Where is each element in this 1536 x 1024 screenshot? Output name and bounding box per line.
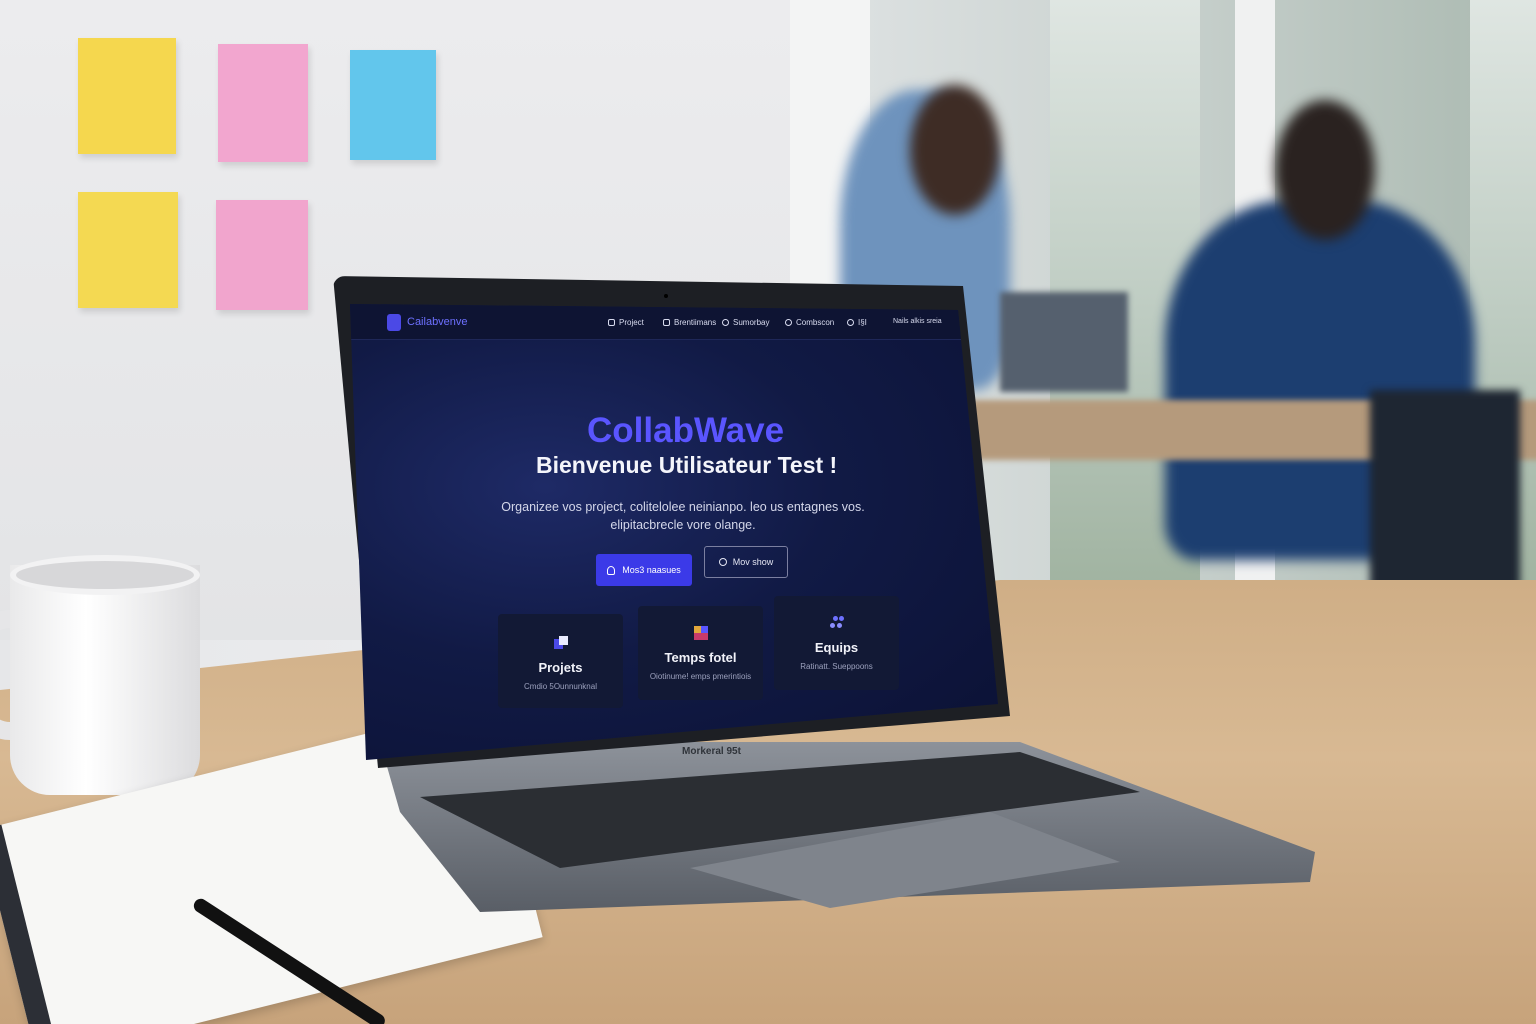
- nav-item-project[interactable]: Project: [608, 318, 644, 327]
- secondary-button-label: Mov show: [732, 557, 774, 567]
- sticky-note: [218, 44, 308, 162]
- gear-icon: [785, 319, 792, 326]
- feature-card-equips[interactable]: Equips Ratinatt. Sueppoons: [774, 596, 899, 690]
- time-icon: [693, 626, 708, 640]
- nav-item-label: Combscon: [796, 318, 835, 327]
- card-title: Projets: [538, 660, 583, 675]
- mug-rim: [10, 555, 200, 595]
- primary-button-label: Mos3 naasues: [622, 565, 681, 575]
- nav-item-search[interactable]: I§I: [847, 318, 867, 327]
- user-icon: [607, 565, 616, 575]
- sticky-note: [350, 50, 436, 160]
- welcome-heading: Bienvenue Utilisateur Test !: [536, 452, 838, 478]
- nav-item-label: Brentiimans: [674, 318, 717, 327]
- laptop-model-label: Morkeral 95t: [682, 746, 741, 757]
- nav-item-sumorbay[interactable]: Sumorbay: [722, 318, 769, 327]
- nav-item-label: Project: [619, 318, 644, 327]
- nav-item-label: Sumorbay: [733, 318, 770, 327]
- eye-icon: [718, 558, 727, 566]
- team-icon: [829, 616, 844, 630]
- secondary-button[interactable]: Mov show: [704, 546, 788, 578]
- background-laptop: [1000, 292, 1128, 392]
- coffee-mug: [10, 565, 200, 795]
- nav-item-label: I§I: [858, 318, 867, 327]
- card-subtitle: Cmdio 5Ounnunknal: [524, 682, 597, 691]
- search-icon: [847, 319, 854, 326]
- card-subtitle: Ratinatt. Sueppoons: [800, 662, 873, 671]
- primary-button[interactable]: Mos3 naasues: [596, 554, 692, 586]
- app-logo-text[interactable]: Cailabvenve: [407, 316, 468, 328]
- nav-item-combscon[interactable]: Combscon: [785, 318, 834, 327]
- user-menu[interactable]: Nails alkis sreia: [893, 318, 942, 325]
- document-icon: [663, 319, 670, 326]
- feature-card-temps[interactable]: Temps fotel Oiotinume! emps pmerintiois: [638, 606, 763, 700]
- sticky-note: [78, 192, 178, 308]
- person-background: [910, 85, 1000, 215]
- hero-title: CollabWave: [587, 411, 785, 450]
- projects-icon: [553, 636, 568, 650]
- app-screen: Cailabvenve Project Brentiimans Sumorbay…: [350, 304, 998, 760]
- sticky-note: [216, 200, 308, 310]
- webcam: [664, 294, 668, 298]
- user-icon: [608, 319, 615, 326]
- nav-item-brentiimans[interactable]: Brentiimans: [663, 318, 716, 327]
- logo-icon: [387, 314, 401, 331]
- hero-subtitle: Organizee vos project, colitelolee neini…: [501, 500, 865, 532]
- feature-card-projets[interactable]: Projets Cmdio 5Ounnunknal: [498, 614, 623, 708]
- search-icon: [722, 319, 729, 326]
- person-background: [1275, 100, 1375, 240]
- card-subtitle: Oiotinume! emps pmerintiois: [649, 672, 752, 681]
- sticky-note: [78, 38, 176, 154]
- card-title: Equips: [814, 640, 859, 655]
- card-title: Temps fotel: [664, 650, 737, 665]
